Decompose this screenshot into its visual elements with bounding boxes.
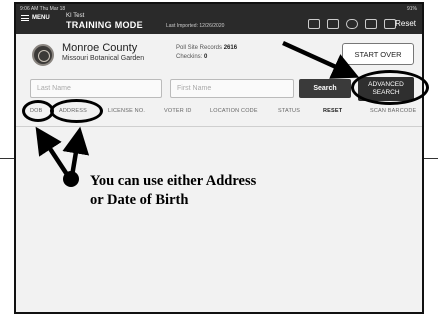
arrow-to-address [62,126,90,177]
annotation-line-2: or Date of Birth [90,192,189,208]
annotation-dot [63,171,79,187]
annotation-arrows [35,40,360,187]
page: 9:06 AM Thu Mar 18 MENU KI Test TRAINING… [0,0,438,316]
arrow-to-advanced-search [282,40,360,79]
annotation-text: You can use either Address or Date of Bi… [90,172,256,210]
arrow-to-dob [35,126,70,178]
annotation-line-1: You can use either Address [90,173,257,189]
